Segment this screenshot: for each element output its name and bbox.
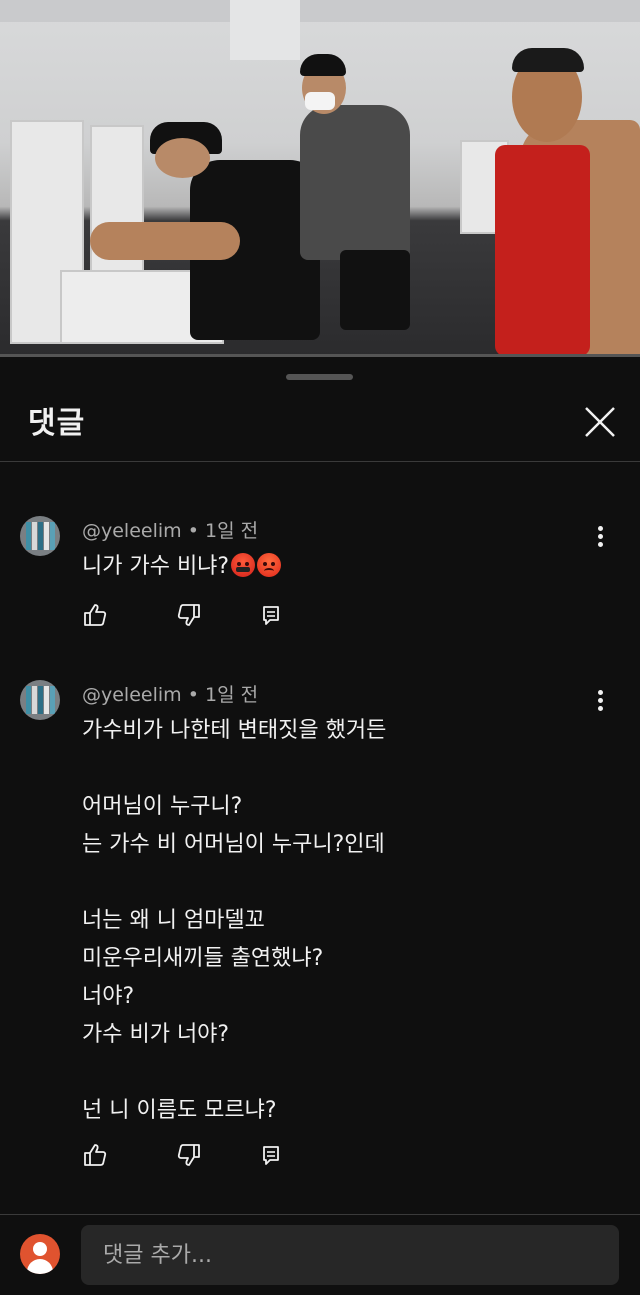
reply-button[interactable] <box>258 1142 284 1168</box>
avatar[interactable] <box>20 680 60 720</box>
comment-time: 1일 전 <box>204 684 259 706</box>
reply-icon <box>263 606 279 625</box>
comment-line: 니가 가수 비냐? <box>82 554 230 579</box>
my-avatar[interactable] <box>20 1234 60 1274</box>
sheet-title: 댓글 <box>28 406 86 441</box>
reply-button[interactable] <box>258 602 284 628</box>
video-wall-panel <box>230 0 300 60</box>
comment-line: 넌 니 이름도 모르냐? <box>82 1098 277 1123</box>
person-cap <box>300 54 346 76</box>
comment-meta: @yeleelim • 1일 전 <box>82 680 258 707</box>
close-icon <box>585 407 615 437</box>
comment-line: 어머님이 누구니? <box>82 794 243 819</box>
comment-meta: @yeleelim • 1일 전 <box>82 516 258 543</box>
video-player[interactable] <box>0 0 640 356</box>
dislike-button[interactable] <box>176 602 202 628</box>
comment-author[interactable]: @yeleelim <box>82 520 182 542</box>
thumb-down-icon <box>177 1144 200 1166</box>
red-tank-top <box>495 145 590 356</box>
video-progress-bar[interactable] <box>0 354 640 357</box>
add-comment-input[interactable] <box>81 1225 619 1285</box>
close-button[interactable] <box>580 402 620 442</box>
comment-text: 니가 가수 비냐? <box>82 548 282 580</box>
more-options-button[interactable] <box>588 524 612 552</box>
drag-handle[interactable] <box>286 374 353 380</box>
comment-actions <box>82 602 302 630</box>
comment-line: 너야? <box>82 984 135 1009</box>
person-shorts <box>340 250 410 330</box>
thumb-up-icon <box>84 604 107 626</box>
comment-actions <box>82 1142 302 1170</box>
kebab-icon <box>588 690 612 711</box>
comment-author[interactable]: @yeleelim <box>82 684 182 706</box>
video-ceiling <box>0 0 640 22</box>
comment-line: 는 가수 비 어머님이 누구니?인데 <box>82 832 385 857</box>
meta-separator: • <box>187 684 199 706</box>
comment-line: 가수 비가 너야? <box>82 1022 230 1047</box>
bottom-divider <box>0 1214 640 1215</box>
more-options-button[interactable] <box>588 688 612 716</box>
avatar[interactable] <box>20 516 60 556</box>
person-arm <box>90 222 240 260</box>
comments-sheet: 댓글 @yeleelim • 1일 전 니가 가수 비냐? @yeleelim … <box>0 358 640 1295</box>
face-mask <box>305 92 335 110</box>
like-button[interactable] <box>82 602 108 628</box>
cursing-face-emoji <box>231 553 256 577</box>
comment-time: 1일 전 <box>204 520 259 542</box>
dislike-button[interactable] <box>176 1142 202 1168</box>
user-icon <box>33 1242 47 1256</box>
angry-face-emoji <box>257 553 282 577</box>
comment-line: 가수비가 나한테 변태짓을 했거든 <box>82 718 387 743</box>
header-divider <box>0 461 640 462</box>
comment-line: 미운우리새끼들 출연했냐? <box>82 946 324 971</box>
kebab-icon <box>588 526 612 547</box>
person-hair <box>512 48 584 72</box>
thumb-down-icon <box>177 604 200 626</box>
comment-line: 너는 왜 니 엄마델꼬 <box>82 908 265 933</box>
thumb-up-icon <box>84 1144 107 1166</box>
meta-separator: • <box>187 520 199 542</box>
person-grey-shirt <box>300 105 410 260</box>
reply-icon <box>263 1146 279 1165</box>
person-head <box>155 138 210 178</box>
like-button[interactable] <box>82 1142 108 1168</box>
